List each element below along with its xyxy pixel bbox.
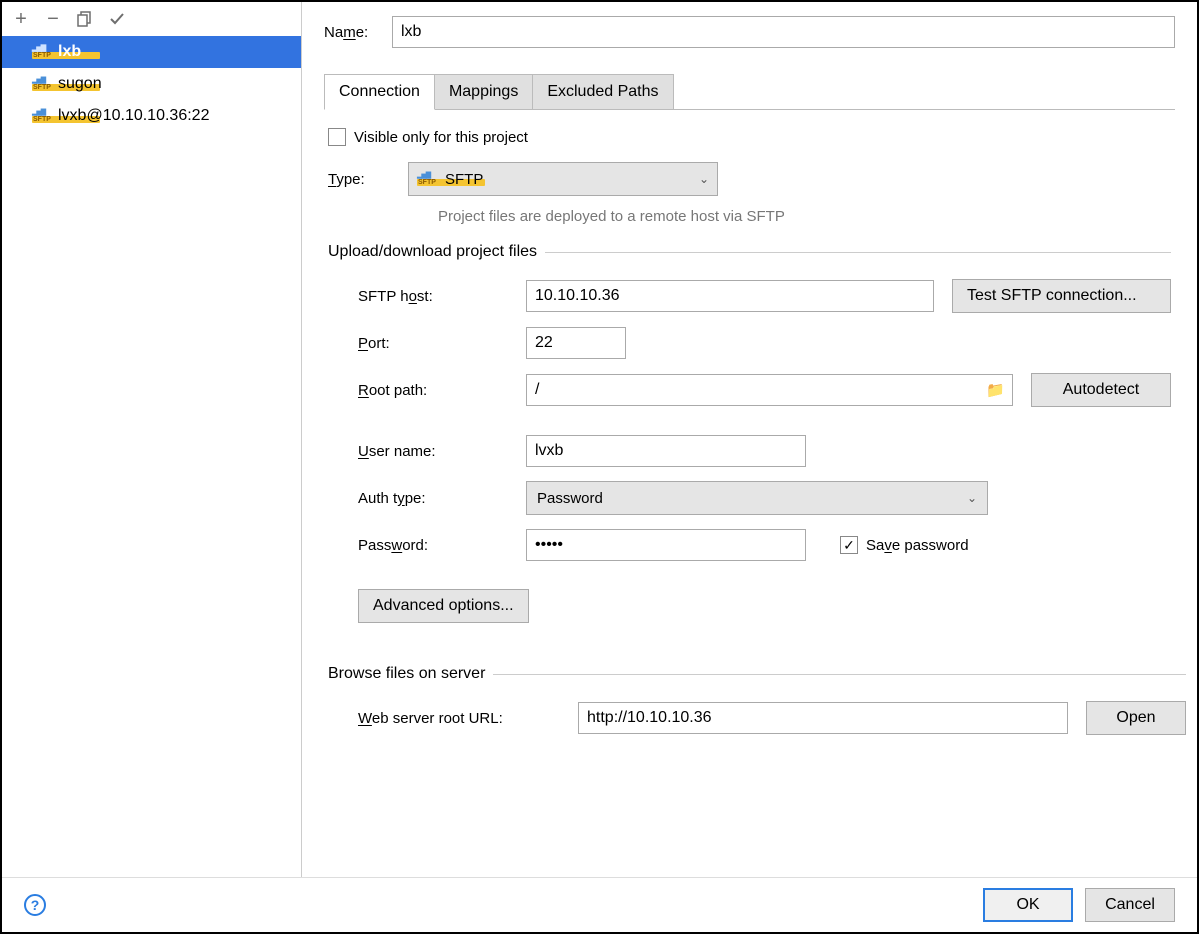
root-path-label: Root path: xyxy=(358,382,526,399)
folder-icon[interactable]: 📁 xyxy=(986,381,1005,399)
sftp-host-input[interactable] xyxy=(526,280,934,312)
name-input[interactable] xyxy=(392,16,1175,48)
test-connection-button[interactable]: Test SFTP connection... xyxy=(952,279,1171,313)
advanced-options-button[interactable]: Advanced options... xyxy=(358,589,529,623)
server-item-sugon[interactable]: ▂▅▇SFTP sugon xyxy=(2,68,301,100)
user-name-input[interactable] xyxy=(526,435,806,467)
browse-fieldset: Browse files on server Web server root U… xyxy=(328,665,1186,759)
sftp-icon: ▂▅▇SFTP xyxy=(32,109,52,123)
tab-connection[interactable]: Connection xyxy=(324,74,435,110)
upload-legend: Upload/download project files xyxy=(328,243,545,261)
help-icon[interactable]: ? xyxy=(24,894,46,916)
sftp-host-label: SFTP host: xyxy=(358,288,526,305)
server-item-lvxb[interactable]: ▂▅▇SFTP lvxb@10.10.10.36:22 xyxy=(2,100,301,132)
chevron-down-icon: ⌄ xyxy=(967,491,977,505)
upload-fieldset: Upload/download project files SFTP host:… xyxy=(328,243,1171,651)
port-label: Port: xyxy=(358,335,526,352)
sidebar: + − ▂▅▇SFTP lxb ▂▅▇SFTP sugon ▂▅▇SFTP lv… xyxy=(2,2,302,877)
visible-only-label: Visible only for this project xyxy=(354,129,528,146)
server-item-label: lvxb@10.10.10.36:22 xyxy=(58,107,209,125)
sftp-icon: ▂▅▇SFTP xyxy=(417,172,437,186)
name-label: Name: xyxy=(324,24,392,41)
ok-button[interactable]: OK xyxy=(983,888,1073,922)
password-input[interactable] xyxy=(526,529,806,561)
visible-only-checkbox[interactable] xyxy=(328,128,346,146)
chevron-down-icon: ⌄ xyxy=(699,172,709,186)
sidebar-toolbar: + − xyxy=(2,2,301,36)
add-icon[interactable]: + xyxy=(12,10,30,28)
user-name-label: User name: xyxy=(358,443,526,460)
main-panel: Name: Connection Mappings Excluded Paths… xyxy=(302,2,1197,877)
server-list: ▂▅▇SFTP lxb ▂▅▇SFTP sugon ▂▅▇SFTP lvxb@1… xyxy=(2,36,301,877)
tab-excluded[interactable]: Excluded Paths xyxy=(533,74,673,109)
type-description: Project files are deployed to a remote h… xyxy=(328,208,1171,225)
tab-content: Visible only for this project Type: ▂▅▇S… xyxy=(324,110,1175,773)
browse-legend: Browse files on server xyxy=(328,665,493,683)
open-button[interactable]: Open xyxy=(1086,701,1186,735)
save-password-checkbox[interactable] xyxy=(840,536,858,554)
footer: ? OK Cancel xyxy=(2,877,1197,932)
cancel-button[interactable]: Cancel xyxy=(1085,888,1175,922)
server-item-label: lxb xyxy=(58,43,81,61)
copy-icon[interactable] xyxy=(76,10,94,28)
remove-icon[interactable]: − xyxy=(44,10,62,28)
root-path-input[interactable] xyxy=(526,374,1013,406)
web-url-input[interactable] xyxy=(578,702,1068,734)
auth-type-label: Auth type: xyxy=(358,490,526,507)
auth-type-select[interactable]: Password ⌄ xyxy=(526,481,988,515)
tab-bar: Connection Mappings Excluded Paths xyxy=(324,74,1175,110)
check-icon[interactable] xyxy=(108,10,126,28)
web-url-label: Web server root URL: xyxy=(358,710,578,727)
autodetect-button[interactable]: Autodetect xyxy=(1031,373,1171,407)
sftp-icon: ▂▅▇SFTP xyxy=(32,77,52,91)
tab-mappings[interactable]: Mappings xyxy=(435,74,533,109)
server-item-lxb[interactable]: ▂▅▇SFTP lxb xyxy=(2,36,301,68)
type-value: SFTP xyxy=(445,171,483,188)
type-label: Type: xyxy=(328,171,408,188)
port-input[interactable] xyxy=(526,327,626,359)
server-item-label: sugon xyxy=(58,75,102,93)
password-label: Password: xyxy=(358,537,526,554)
type-select[interactable]: ▂▅▇SFTP SFTP ⌄ xyxy=(408,162,718,196)
save-password-label: Save password xyxy=(866,537,969,554)
sftp-icon: ▂▅▇SFTP xyxy=(32,45,52,59)
auth-type-value: Password xyxy=(537,490,603,507)
